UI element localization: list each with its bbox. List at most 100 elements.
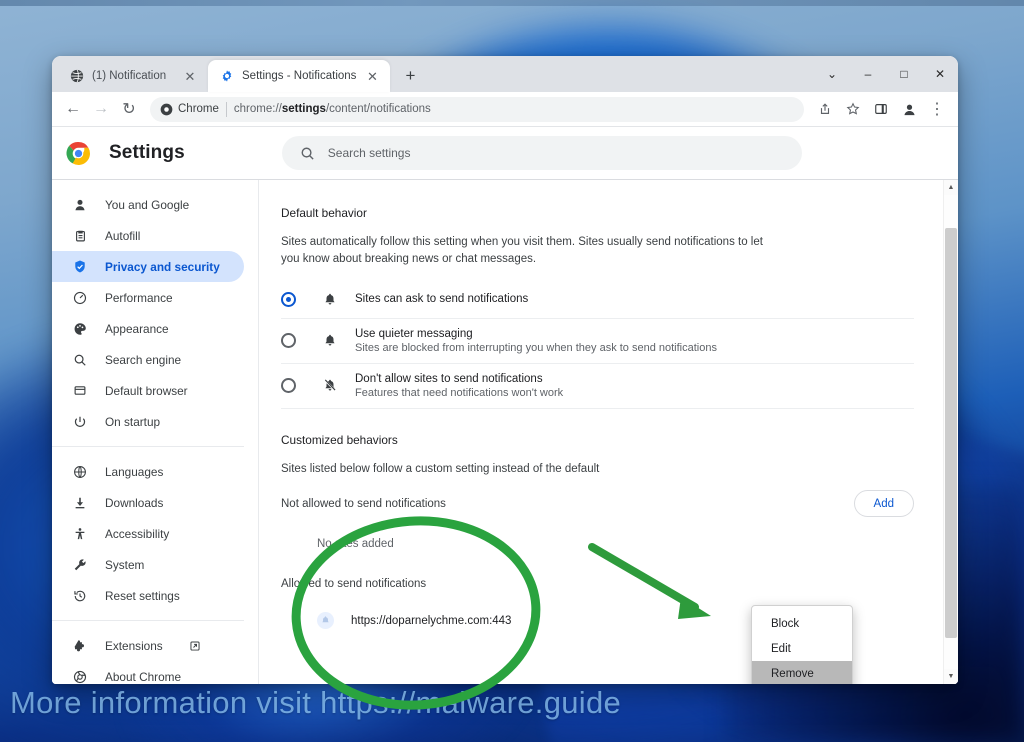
sidebar-item-privacy-and-security[interactable]: Privacy and security (52, 251, 244, 282)
radio-button[interactable] (281, 291, 296, 307)
scrollbar-track[interactable] (943, 195, 958, 669)
back-button[interactable]: ← (60, 96, 86, 122)
url-prefix: chrome:// (233, 103, 282, 115)
sidebar-item-default-browser[interactable]: Default browser (52, 375, 244, 406)
tab-close-icon[interactable]: ✕ (364, 68, 380, 84)
close-window-button[interactable]: ✕ (922, 57, 958, 91)
power-icon (72, 414, 88, 430)
puzzle-icon (72, 638, 88, 654)
omnibox-divider (225, 101, 227, 117)
speedometer-icon (72, 290, 88, 306)
sidebar-item-label: Reset settings (105, 588, 180, 603)
add-site-button[interactable]: Add (853, 490, 914, 518)
sidebar-item-reset-settings[interactable]: Reset settings (52, 580, 244, 611)
search-settings-input[interactable]: Search settings (281, 136, 802, 170)
sidebar-item-languages[interactable]: Languages (52, 456, 244, 487)
sidebar-item-label: Autofill (105, 228, 141, 243)
accessibility-person-icon (72, 526, 88, 542)
globe-icon (72, 464, 88, 480)
search-icon (72, 352, 88, 368)
default-behavior-description: Sites automatically follow this setting … (281, 236, 763, 266)
sidebar-item-label: System (105, 557, 145, 572)
scrollbar-thumb[interactable] (944, 228, 957, 638)
tab-notification[interactable]: (1) Notification ✕ (58, 60, 208, 92)
option-subtitle: Features that need notifications won't w… (355, 386, 564, 399)
sidebar-item-about-chrome[interactable]: About Chrome (52, 661, 244, 684)
sidebar-item-you-and-google[interactable]: You and Google (52, 189, 244, 220)
sidebar-item-label: Extensions (105, 638, 163, 653)
window-controls: ⌄ – □ ✕ (814, 56, 958, 92)
browser-window-icon (72, 383, 88, 399)
sidebar-item-on-startup[interactable]: On startup (52, 406, 244, 437)
minimize-button[interactable]: – (850, 57, 886, 91)
profile-avatar-icon[interactable] (896, 96, 922, 122)
radio-option-sites-can-ask[interactable]: Sites can ask to send notifications (281, 281, 914, 319)
download-icon (72, 495, 88, 511)
tab-title: (1) Notification (92, 70, 167, 82)
reload-button[interactable]: ↻ (116, 96, 142, 122)
tab-strip: (1) Notification ✕ Settings - Notificati… (52, 56, 958, 92)
clipboard-icon (72, 228, 88, 244)
radio-button[interactable] (281, 378, 296, 394)
site-url: https://doparnelychme.com:443 (351, 614, 512, 627)
sidebar-item-downloads[interactable]: Downloads (52, 487, 244, 518)
share-icon[interactable] (812, 96, 838, 122)
sidebar-item-label: Default browser (105, 383, 188, 398)
context-menu-item-remove[interactable]: Remove (752, 661, 852, 684)
sidebar-item-performance[interactable]: Performance (52, 282, 244, 313)
sidebar-item-extensions[interactable]: Extensions (52, 630, 244, 661)
site-favicon (317, 612, 334, 630)
sidebar-item-label: Search engine (105, 352, 182, 367)
browser-toolbar: ← → ↻ Chrome chrome://settings/content/n… (52, 92, 958, 127)
sidebar-item-autofill[interactable]: Autofill (52, 220, 244, 251)
customized-behaviors-description: Sites listed below follow a custom setti… (281, 462, 600, 475)
bookmark-star-icon[interactable] (840, 96, 866, 122)
sidebar-item-system[interactable]: System (52, 549, 244, 580)
sidebar-item-label: You and Google (105, 197, 190, 212)
address-bar[interactable]: Chrome chrome://settings/content/notific… (150, 96, 804, 122)
sidebar-item-appearance[interactable]: Appearance (52, 313, 244, 344)
allowed-label: Allowed to send notifications (281, 578, 427, 591)
maximize-button[interactable]: □ (886, 57, 922, 91)
content-scrollbar[interactable]: ▲ ▼ (943, 180, 958, 684)
tab-settings-notifications[interactable]: Settings - Notifications ✕ (208, 60, 391, 92)
radio-option-quieter-messaging[interactable]: Use quieter messaging Sites are blocked … (281, 319, 914, 364)
context-menu-item-edit[interactable]: Edit (752, 636, 852, 661)
url-bold-segment: settings (281, 103, 326, 115)
sidebar-item-label: About Chrome (105, 669, 182, 684)
forward-button[interactable]: → (88, 96, 114, 122)
context-menu-item-block[interactable]: Block (752, 611, 852, 636)
chrome-icon (160, 103, 173, 115)
three-dot-menu-icon[interactable]: ⋮ (924, 96, 950, 122)
sidebar-item-accessibility[interactable]: Accessibility (52, 518, 244, 549)
watermark-text: More information visit https://malware.g… (10, 685, 622, 720)
settings-gear-icon (222, 70, 232, 82)
tab-search-chevron-down-icon[interactable]: ⌄ (814, 57, 850, 91)
option-texts: Sites can ask to send notifications (355, 293, 528, 305)
sidebar-item-label: Languages (105, 464, 164, 479)
radio-button[interactable] (281, 333, 296, 349)
tab-close-icon[interactable]: ✕ (182, 68, 198, 84)
settings-sidebar: You and Google Autofill Privacy and secu… (52, 180, 259, 684)
new-tab-button[interactable]: + (396, 62, 424, 90)
sidebar-item-search-engine[interactable]: Search engine (52, 344, 244, 375)
shield-icon (72, 259, 88, 275)
side-panel-icon[interactable] (868, 96, 894, 122)
option-subtitle: Sites are blocked from interrupting you … (355, 341, 717, 354)
page-title: Settings (109, 142, 185, 163)
sidebar-item-label: Accessibility (105, 526, 170, 541)
tab-title: Settings - Notifications (242, 70, 357, 82)
omnibox-chip-label: Chrome (178, 103, 219, 115)
option-title: Use quieter messaging (355, 327, 473, 340)
scroll-down-arrow-icon[interactable]: ▼ (943, 669, 958, 684)
sidebar-item-label: Privacy and security (105, 259, 220, 274)
search-icon (301, 147, 314, 160)
option-title: Don't allow sites to send notifications (355, 372, 543, 385)
sidebar-item-label: Appearance (105, 321, 169, 336)
wallpaper-top-strip (0, 0, 1024, 6)
palette-icon (72, 321, 88, 337)
radio-option-dont-allow[interactable]: Don't allow sites to send notifications … (281, 364, 914, 409)
option-title: Sites can ask to send notifications (355, 293, 529, 306)
scroll-up-arrow-icon[interactable]: ▲ (943, 180, 958, 195)
bell-icon (322, 333, 338, 349)
